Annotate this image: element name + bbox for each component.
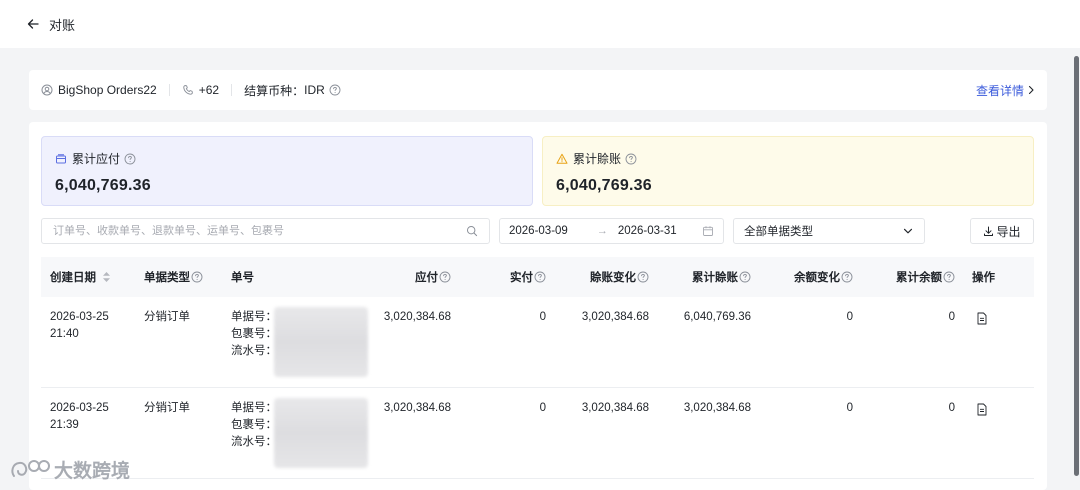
currency-info: 结算币种： IDR	[244, 82, 341, 99]
date-end[interactable]: 2026-03-31	[618, 225, 677, 237]
watermark: 大数跨境	[10, 456, 130, 482]
help-icon[interactable]	[739, 271, 751, 283]
row-offset-change: 3,020,384.68	[581, 402, 649, 414]
row-document-type: 分销订单	[144, 311, 190, 323]
row-payable: 3,020,384.68	[383, 311, 451, 323]
help-icon[interactable]	[534, 271, 546, 283]
user-icon	[41, 84, 53, 96]
help-icon[interactable]	[124, 153, 136, 165]
column-paid: 实付	[466, 257, 546, 297]
row-created-date: 2026-03-25 21:39	[50, 402, 109, 431]
column-cumulative-balance: 累计余额	[863, 257, 955, 297]
help-icon[interactable]	[625, 153, 637, 165]
date-range-arrow: →	[596, 225, 608, 237]
calendar-icon	[702, 225, 714, 237]
help-icon[interactable]	[191, 271, 203, 283]
table-header: 创建日期 单据类型 单号 应付 实付 賒账变化 累计賒账 余额变化 累计余额 操…	[41, 257, 1034, 297]
row-created-date: 2026-03-25 21:40	[50, 311, 109, 340]
currency-value: IDR	[304, 83, 325, 97]
watermark-logo-icon	[10, 458, 50, 480]
search-box	[41, 218, 490, 244]
chevron-right-icon	[1027, 85, 1035, 95]
search-icon[interactable]	[466, 225, 478, 237]
row-cumulative-offset: 6,040,769.36	[683, 311, 751, 323]
column-offset-change: 賒账变化	[557, 257, 649, 297]
scrollbar-thumb[interactable]	[1074, 56, 1079, 476]
view-details-link[interactable]: 查看详情	[976, 82, 1035, 99]
divider	[231, 84, 233, 96]
sort-icon[interactable]	[102, 271, 111, 283]
document-icon[interactable]	[976, 403, 988, 416]
warning-icon	[556, 153, 568, 165]
back-arrow-icon[interactable]	[26, 17, 40, 31]
column-document-type: 单据类型	[144, 257, 203, 297]
column-payable: 应付	[371, 257, 451, 297]
statement-card: 累计应付 6,040,769.36 累计賒账 6,040,769.36 订单号、…	[29, 122, 1047, 490]
row-cumulative-balance: 0	[948, 311, 955, 323]
column-cumulative-offset: 累计賒账	[659, 257, 751, 297]
row-document-type: 分销订单	[144, 402, 190, 414]
help-icon[interactable]	[329, 84, 341, 96]
phone-number: +62	[198, 83, 220, 97]
column-number: 单号	[231, 272, 254, 284]
export-button[interactable]: 导出	[970, 218, 1034, 244]
help-icon[interactable]	[637, 271, 649, 283]
view-details-label: 查看详情	[975, 83, 1024, 98]
redacted-number-block	[274, 398, 368, 468]
chevron-down-icon	[902, 225, 914, 237]
row-payable: 3,020,384.68	[383, 402, 451, 414]
cumulative-offset-value: 6,040,769.36	[556, 177, 652, 194]
cumulative-payable-card: 累计应付 6,040,769.36	[41, 136, 533, 206]
statement-table: 创建日期 单据类型 单号 应付 实付 賒账变化 累计賒账 余额变化 累计余额 操…	[41, 257, 1034, 479]
redacted-number-block	[274, 307, 368, 377]
row-number-labels: 单据号： 包裹号： 流水号：	[231, 402, 277, 448]
column-balance-change: 余额变化	[761, 257, 853, 297]
phone-info: +62	[182, 83, 219, 97]
help-icon[interactable]	[943, 271, 955, 283]
help-icon[interactable]	[439, 271, 451, 283]
currency-label: 结算币种：	[244, 83, 305, 98]
cumulative-payable-label: 累计应付	[72, 152, 121, 166]
export-label: 导出	[996, 224, 1021, 239]
top-bar: 对账	[0, 0, 1080, 48]
page-title: 对账	[49, 17, 76, 33]
download-icon	[983, 226, 994, 237]
column-action: 操作	[972, 272, 995, 284]
row-balance-change: 0	[846, 311, 853, 323]
row-balance-change: 0	[846, 402, 853, 414]
table-row: 2026-03-25 21:39 分销订单 单据号： 包裹号： 流水号： 3,0…	[41, 388, 1034, 479]
shop-name: BigShop Orders22	[58, 83, 157, 97]
row-paid: 0	[539, 311, 546, 323]
row-paid: 0	[539, 402, 546, 414]
row-cumulative-offset: 3,020,384.68	[683, 402, 751, 414]
row-cumulative-balance: 0	[948, 402, 955, 414]
document-icon[interactable]	[976, 312, 988, 325]
help-icon[interactable]	[841, 271, 853, 283]
column-created-date[interactable]: 创建日期	[50, 257, 111, 297]
document-type-select[interactable]: 全部单据类型	[733, 218, 925, 244]
row-offset-change: 3,020,384.68	[581, 311, 649, 323]
cumulative-payable-value: 6,040,769.36	[55, 177, 151, 194]
document-type-value: 全部单据类型	[744, 226, 813, 238]
date-range-picker[interactable]: 2026-03-09 → 2026-03-31	[499, 218, 724, 244]
divider	[168, 84, 170, 96]
cumulative-offset-card: 累计賒账 6,040,769.36	[542, 136, 1034, 206]
shop-info: BigShop Orders22	[41, 83, 157, 97]
phone-icon	[182, 84, 194, 96]
account-info-card: BigShop Orders22 +62 结算币种： IDR 查看详情	[29, 70, 1047, 110]
row-number-labels: 单据号： 包裹号： 流水号：	[231, 311, 277, 357]
date-start[interactable]: 2026-03-09	[509, 225, 568, 237]
filter-bar: 2026-03-09 → 2026-03-31 全部单据类型 导出	[41, 218, 1034, 244]
search-input[interactable]	[53, 225, 466, 237]
cumulative-offset-label: 累计賒账	[573, 152, 622, 166]
table-row: 2026-03-25 21:40 分销订单 单据号： 包裹号： 流水号： 3,0…	[41, 297, 1034, 388]
wallet-icon	[55, 153, 67, 165]
watermark-text: 大数跨境	[54, 460, 131, 482]
